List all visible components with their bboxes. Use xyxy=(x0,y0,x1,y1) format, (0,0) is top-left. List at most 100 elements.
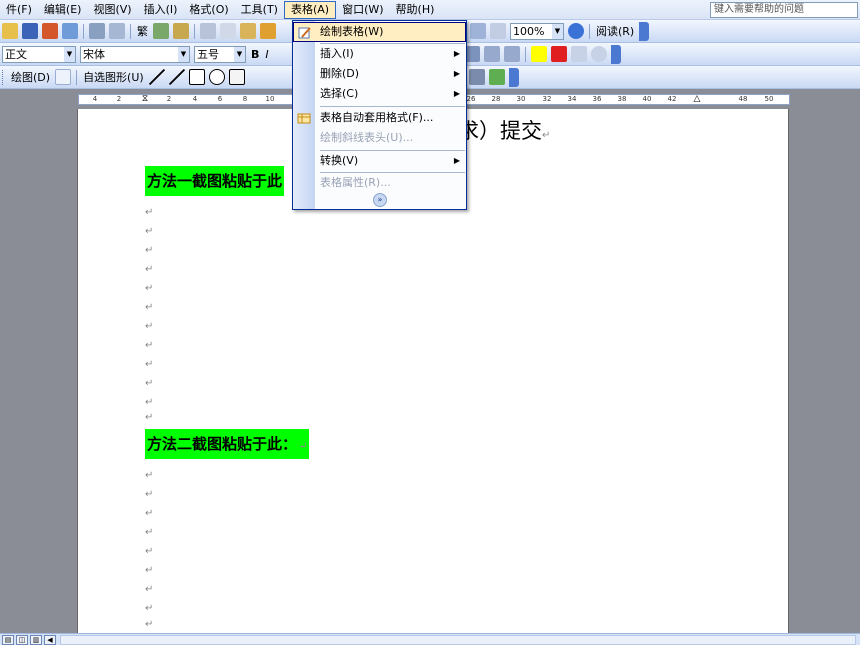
paragraph-mark: ↵ xyxy=(145,264,154,275)
bold-button[interactable]: B xyxy=(248,48,262,61)
pencil-icon xyxy=(297,25,313,41)
italic-button[interactable]: I xyxy=(262,48,271,61)
chevron-down-icon[interactable]: ▼ xyxy=(552,23,563,39)
ruler-tick: 38 xyxy=(617,95,627,103)
paragraph-mark: ↵ xyxy=(145,527,154,538)
normal-view-icon[interactable]: ▤ xyxy=(2,634,14,645)
menu-item-delete[interactable]: 删除(D) ▶ xyxy=(293,64,466,84)
open-icon[interactable] xyxy=(2,23,18,39)
toolbar-grip[interactable] xyxy=(2,69,5,85)
chevron-down-icon[interactable]: ▼ xyxy=(234,46,245,62)
menu-item-draw-table[interactable]: 绘制表格(W) xyxy=(293,22,466,42)
autoshapes-button[interactable]: 自选图形(U) xyxy=(80,69,147,85)
print-view-icon[interactable]: ▥ xyxy=(30,634,42,645)
line-icon[interactable] xyxy=(148,69,165,85)
indent-marker-icon[interactable]: ⧖ xyxy=(142,95,148,104)
menu-view[interactable]: 视图(V) xyxy=(87,1,137,19)
shadow-icon[interactable] xyxy=(468,69,485,85)
document-map-icon[interactable] xyxy=(470,23,486,39)
size-combo[interactable]: 五号 ▼ xyxy=(194,45,246,63)
horizontal-scrollbar[interactable] xyxy=(60,634,856,645)
help-search-input[interactable]: 键入需要帮助的问题 xyxy=(710,2,858,18)
menu-item-label: 绘制斜线表头(U)... xyxy=(320,131,414,144)
arrow-icon[interactable] xyxy=(168,69,185,85)
right-indent-marker-icon[interactable]: △ xyxy=(694,95,701,104)
menu-insert[interactable]: 插入(I) xyxy=(138,1,184,19)
web-view-icon[interactable]: ◫ xyxy=(16,634,28,645)
ruler-tick: 2 xyxy=(166,95,172,103)
save-icon[interactable] xyxy=(22,23,38,39)
print-preview-icon[interactable] xyxy=(109,23,125,39)
highlight-icon[interactable] xyxy=(530,46,547,62)
menu-item-convert[interactable]: 转换(V) ▶ xyxy=(293,151,466,171)
paragraph-mark: ↵ xyxy=(145,603,154,614)
toolbar-options-icon[interactable] xyxy=(639,21,650,41)
submenu-arrow-icon: ▶ xyxy=(453,156,460,165)
select-objects-icon[interactable] xyxy=(55,69,72,85)
zoom-combo[interactable]: 100% ▼ xyxy=(510,22,564,40)
paragraph-mark: ↵ xyxy=(145,226,154,237)
menu-tools[interactable]: 工具(T) xyxy=(235,1,284,19)
paste-icon[interactable] xyxy=(240,23,256,39)
toolbar-separator xyxy=(83,23,84,39)
scroll-left-icon[interactable]: ◀ xyxy=(44,634,56,645)
menu-item-diagonal-header[interactable]: 绘制斜线表头(U)... xyxy=(293,128,466,148)
ruler-tick: 32 xyxy=(542,95,552,103)
paragraph-mark: ↵ xyxy=(145,508,154,519)
font-combo[interactable]: 宋体 ▼ xyxy=(80,45,190,63)
research-icon[interactable] xyxy=(173,23,189,39)
menu-help[interactable]: 帮助(H) xyxy=(390,1,441,19)
menu-table[interactable]: 表格(A) xyxy=(283,0,337,19)
menu-file[interactable]: 件(F) xyxy=(0,1,38,19)
phonetic-guide-icon[interactable] xyxy=(570,46,587,62)
help-icon[interactable] xyxy=(568,23,584,39)
increase-indent-icon[interactable] xyxy=(503,46,520,62)
ruler-tick: 4 xyxy=(92,95,98,103)
font-value: 宋体 xyxy=(83,47,105,61)
style-combo[interactable]: 正文 ▼ xyxy=(2,45,76,63)
menu-item-insert[interactable]: 插入(I) ▶ xyxy=(293,44,466,64)
ruler-tick: 36 xyxy=(592,95,602,103)
menu-bar: 件(F) 编辑(E) 视图(V) 插入(I) 格式(O) 工具(T) 表格(A)… xyxy=(0,0,860,20)
menu-format[interactable]: 格式(O) xyxy=(183,1,234,19)
oval-icon[interactable] xyxy=(208,69,225,85)
decrease-indent-icon[interactable] xyxy=(483,46,500,62)
menu-item-select[interactable]: 选择(C) ▶ xyxy=(293,84,466,104)
ruler-tick: 50 xyxy=(764,95,774,103)
text-box-icon[interactable] xyxy=(228,69,245,85)
ruler-tick: 4 xyxy=(192,95,198,103)
menu-item-properties[interactable]: 表格属性(R)... xyxy=(293,173,466,193)
table-autoformat-icon xyxy=(296,110,312,126)
copy-icon[interactable] xyxy=(220,23,236,39)
menu-window[interactable]: 窗口(W) xyxy=(336,1,389,19)
3d-style-icon[interactable] xyxy=(488,69,505,85)
draw-menu-button[interactable]: 绘图(D) xyxy=(8,69,53,85)
paragraph-mark: ↵ xyxy=(145,321,154,332)
menu-edit[interactable]: 编辑(E) xyxy=(38,1,88,19)
chevron-down-icon[interactable]: ▼ xyxy=(64,46,75,62)
paragraph-mark: ↵ xyxy=(145,359,154,370)
method1-text: 方法一截图粘贴于此 xyxy=(147,172,283,190)
show-hide-icon[interactable] xyxy=(490,23,506,39)
font-color-icon[interactable] xyxy=(550,46,567,62)
paragraph-mark: ↵ xyxy=(145,207,154,218)
menu-item-label: 插入(I) xyxy=(320,47,354,60)
email-icon[interactable] xyxy=(62,23,78,39)
permission-icon[interactable] xyxy=(42,23,58,39)
spelling-icon[interactable] xyxy=(153,23,169,39)
menu-item-autoformat[interactable]: 表格自动套用格式(F)... xyxy=(293,108,466,128)
menu-item-label: 选择(C) xyxy=(320,87,359,100)
toolbar-options-icon[interactable] xyxy=(610,44,621,64)
enclose-characters-icon[interactable] xyxy=(590,46,607,62)
rectangle-icon[interactable] xyxy=(188,69,205,85)
print-icon[interactable] xyxy=(89,23,105,39)
format-painter-icon[interactable] xyxy=(260,23,276,39)
chevron-down-icon[interactable]: ▼ xyxy=(178,46,189,62)
traditional-chinese-button[interactable]: 繁 xyxy=(134,23,151,39)
size-value: 五号 xyxy=(197,47,219,61)
expand-menu-chevron-icon[interactable]: » xyxy=(373,193,387,207)
read-button[interactable]: 阅读(R) xyxy=(593,23,637,39)
ruler-tick: 10 xyxy=(265,95,275,103)
toolbar-options-icon[interactable] xyxy=(508,67,519,87)
cut-icon[interactable] xyxy=(200,23,216,39)
